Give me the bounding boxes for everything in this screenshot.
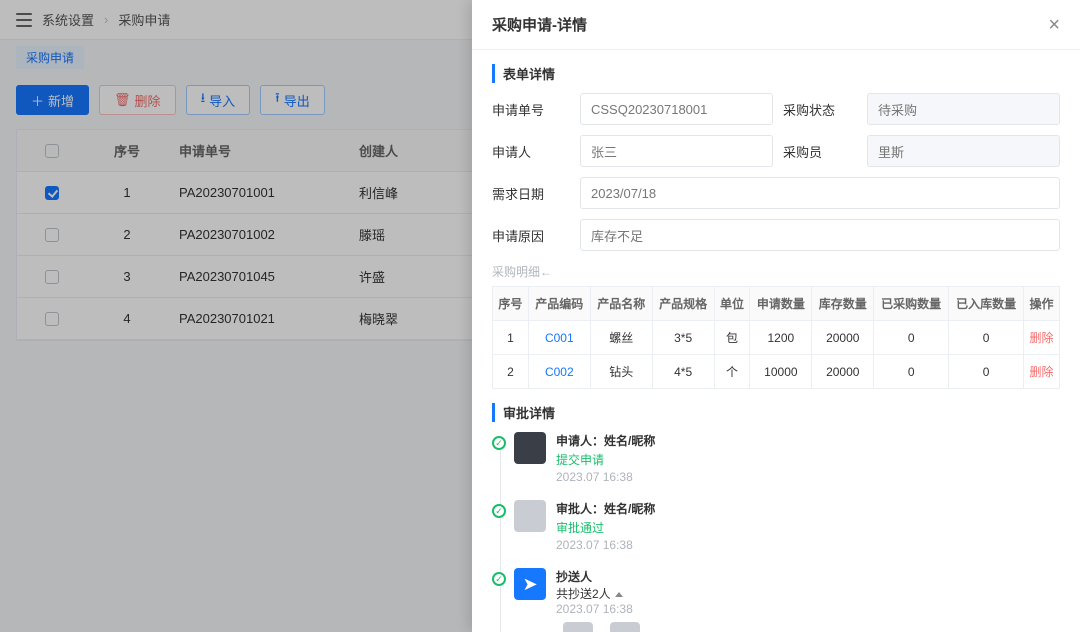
check-icon: ✓	[492, 504, 506, 518]
label-need-date: 需求日期	[492, 184, 570, 203]
label-order-no: 申请单号	[492, 100, 570, 119]
mini-col: 序号	[493, 287, 529, 321]
field-status: 待采购	[867, 93, 1060, 125]
lines-table: 序号产品编码产品名称产品规格单位申请数量库存数量已采购数量已入库数量操作 1C0…	[492, 286, 1060, 389]
mini-col: 产品名称	[590, 287, 652, 321]
label-applicant: 申请人	[492, 142, 570, 161]
field-buyer: 里斯	[867, 135, 1060, 167]
check-icon: ✓	[492, 436, 506, 450]
avatar	[514, 500, 546, 532]
cc-person[interactable]: anny	[610, 622, 640, 632]
field-applicant[interactable]: 张三	[580, 135, 773, 167]
node-time: 2023.07 16:38	[556, 602, 640, 616]
mini-row: 2C002钻头4*5个100002000000删除	[493, 355, 1060, 389]
cc-person[interactable]: 四个字…	[556, 622, 600, 632]
mini-col: 已入库数量	[949, 287, 1024, 321]
mini-col: 申请数量	[750, 287, 812, 321]
approval-node: ✓申请人：姓名/昵称提交申请2023.07 16:38	[514, 432, 1060, 484]
node-status: 提交申请	[556, 451, 655, 468]
node-title: 抄送人	[556, 568, 640, 585]
avatar	[563, 622, 593, 632]
node-time: 2023.07 16:38	[556, 470, 655, 484]
node-sub[interactable]: 共抄送2人	[556, 585, 640, 602]
close-icon[interactable]: ×	[1048, 15, 1060, 35]
product-code-link[interactable]: C001	[545, 331, 574, 345]
form-grid: 申请单号 CSSQ20230718001 采购状态 待采购 申请人 张三 采购员…	[492, 93, 1060, 251]
label-status: 采购状态	[783, 100, 857, 119]
chevron-up-icon	[615, 592, 623, 597]
node-time: 2023.07 16:38	[556, 538, 655, 552]
label-reason: 申请原因	[492, 226, 570, 245]
detail-drawer: 采购申请-详情 × 表单详情 申请单号 CSSQ20230718001 采购状态…	[472, 0, 1080, 632]
node-title: 申请人：姓名/昵称	[556, 432, 655, 449]
lines-hint: 采购明细←	[492, 263, 1060, 280]
product-code-link[interactable]: C002	[545, 365, 574, 379]
section-form-detail: 表单详情	[492, 64, 1060, 83]
mini-row: 1C001螺丝3*5包12002000000删除	[493, 321, 1060, 355]
mini-col: 产品规格	[652, 287, 714, 321]
label-buyer: 采购员	[783, 142, 857, 161]
avatar	[514, 432, 546, 464]
mini-col: 操作	[1024, 287, 1060, 321]
check-icon: ✓	[492, 572, 506, 586]
section-approval: 审批详情	[492, 403, 1060, 422]
field-need-date[interactable]: 2023/07/18	[580, 177, 1060, 209]
send-icon: ➤	[514, 568, 546, 600]
node-title: 审批人：姓名/昵称	[556, 500, 655, 517]
mini-col: 库存数量	[812, 287, 874, 321]
field-order-no[interactable]: CSSQ20230718001	[580, 93, 773, 125]
mini-col: 产品编码	[528, 287, 590, 321]
approval-timeline: ✓ 申请人：姓名/昵称提交申请 2023.07 16:38 ✓ 审批人：姓名/昵称审批通…	[492, 432, 1060, 632]
avatar	[610, 622, 640, 632]
cc-list: 四个字… anny	[556, 622, 640, 632]
mini-col: 已采购数量	[874, 287, 949, 321]
approval-node: ✓审批人：姓名/昵称审批通过2023.07 16:38	[514, 500, 1060, 552]
approval-node: ✓➤抄送人共抄送2人2023.07 16:38四个字…anny	[514, 568, 1060, 632]
node-status: 审批通过	[556, 519, 655, 536]
line-delete-button[interactable]: 删除	[1030, 365, 1054, 379]
line-delete-button[interactable]: 删除	[1030, 331, 1054, 345]
drawer-title: 采购申请-详情	[492, 14, 587, 35]
mini-col: 单位	[714, 287, 750, 321]
field-reason[interactable]: 库存不足	[580, 219, 1060, 251]
drawer-header: 采购申请-详情 ×	[472, 0, 1080, 50]
